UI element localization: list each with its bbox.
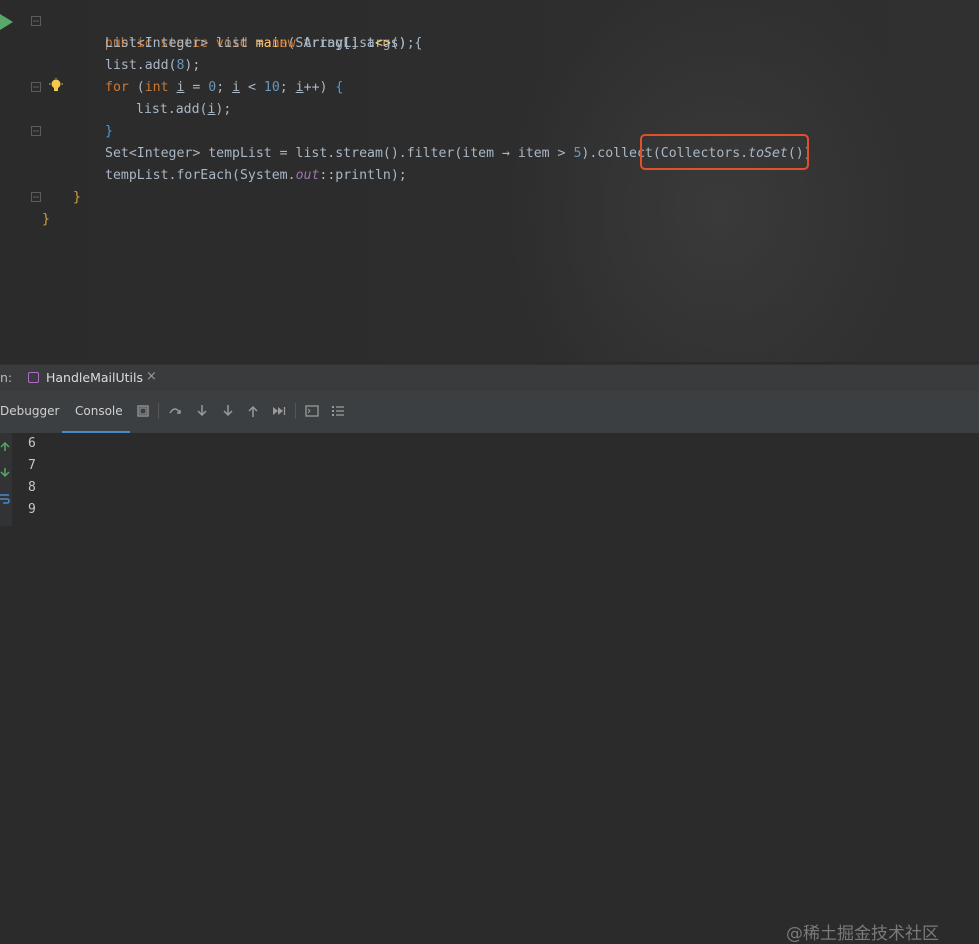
code-line-6[interactable]: } xyxy=(105,121,113,143)
code-line-8[interactable]: tempList.forEach(System.out::println); xyxy=(105,165,407,187)
tab-console[interactable]: Console xyxy=(75,404,123,418)
class-icon xyxy=(28,372,39,383)
trace-list-icon[interactable] xyxy=(331,403,345,419)
fold-close-icon[interactable] xyxy=(31,192,41,202)
console-gutter xyxy=(0,433,12,526)
code-line-10[interactable]: } xyxy=(42,209,50,231)
run-tab-bar: n: HandleMailUtils × xyxy=(0,364,979,391)
lightbulb-icon[interactable] xyxy=(49,78,63,94)
run-play-icon[interactable] xyxy=(0,14,14,30)
step-out-icon[interactable] xyxy=(246,403,260,419)
watermark: @稀土掘金技术社区 xyxy=(786,924,939,944)
highlight-box xyxy=(640,134,809,170)
fold-close-icon[interactable] xyxy=(31,126,41,136)
console-output[interactable]: 6 7 8 9 @稀土掘金技术社区 xyxy=(0,433,979,944)
divider xyxy=(158,403,159,419)
force-step-into-icon[interactable] xyxy=(221,403,235,419)
code-line-3[interactable]: list.add(8); xyxy=(105,55,200,77)
code-line-1[interactable]: public static void main(String[] args) { xyxy=(73,11,423,51)
soft-wrap-icon[interactable] xyxy=(0,493,10,505)
step-over-icon[interactable] xyxy=(168,403,182,419)
fold-open-icon[interactable] xyxy=(31,16,41,26)
console-line: 7 xyxy=(28,458,36,473)
close-icon[interactable]: × xyxy=(146,369,157,384)
run-to-cursor-icon[interactable] xyxy=(272,403,286,419)
editor-gutter xyxy=(0,0,72,362)
tab-debugger[interactable]: Debugger xyxy=(0,404,59,418)
arrow-down-icon[interactable] xyxy=(0,468,10,478)
arrow-up-icon[interactable] xyxy=(0,441,10,451)
tab-label: HandleMailUtils xyxy=(46,370,143,385)
console-line: 9 xyxy=(28,502,36,517)
code-editor[interactable]: public static void main(String[] args) {… xyxy=(0,0,979,362)
code-line-4[interactable]: for (int i = 0; i < 10; i++) { xyxy=(105,77,343,99)
step-into-icon[interactable] xyxy=(195,403,209,419)
debug-toolbar: Debugger Console xyxy=(0,391,979,433)
console-line: 6 xyxy=(28,436,36,451)
run-panel-prefix: n: xyxy=(0,370,13,385)
evaluate-expression-icon[interactable] xyxy=(305,403,319,419)
code-line-5[interactable]: list.add(i); xyxy=(136,99,231,121)
divider xyxy=(295,403,296,419)
code-line-2[interactable]: List<Integer> list = new ArrayList<>(); xyxy=(105,33,415,55)
fold-open-icon[interactable] xyxy=(31,82,41,92)
tab-handlemailutils[interactable]: HandleMailUtils × xyxy=(24,365,170,391)
restore-layout-icon[interactable] xyxy=(136,403,150,419)
code-line-9[interactable]: } xyxy=(73,187,81,209)
console-line: 8 xyxy=(28,480,36,495)
